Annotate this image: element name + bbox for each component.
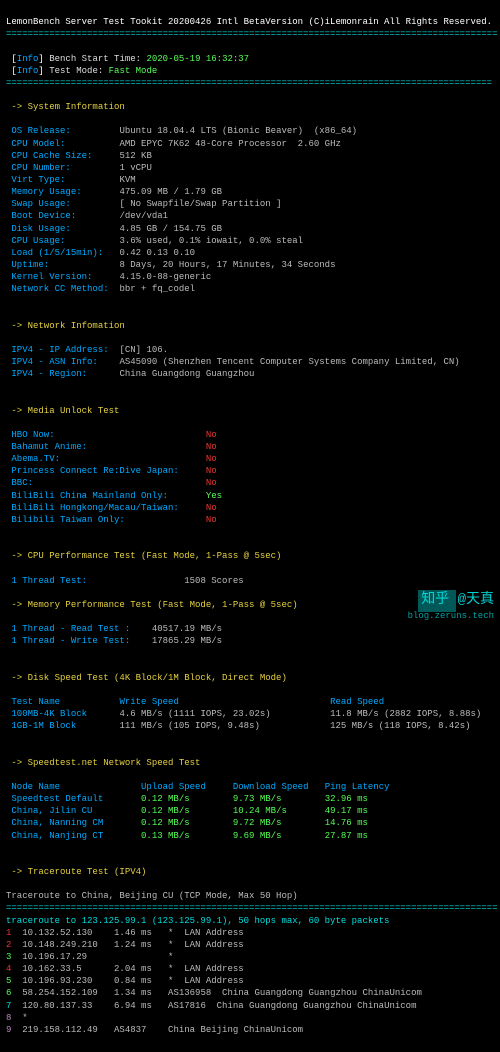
section-network: -> Network Infomation	[11, 321, 124, 331]
section-speedtest: -> Speedtest.net Network Speed Test	[11, 758, 200, 768]
overlay-badge	[418, 590, 456, 612]
app-title: LemonBench Server Test Tookit 20200426 I…	[6, 17, 492, 27]
section-trace: -> Traceroute Test (IPV4)	[11, 867, 146, 877]
terminal-output: LemonBench Server Test Tookit 20200426 I…	[0, 0, 500, 1052]
section-disk: -> Disk Speed Test (4K Block/1M Block, D…	[11, 673, 286, 683]
section-media: -> Media Unlock Test	[11, 406, 119, 416]
section-memory: -> Memory Performance Test (Fast Mode, 1…	[11, 600, 297, 610]
section-system: -> System Information	[11, 102, 124, 112]
section-cpu: -> CPU Performance Test (Fast Mode, 1-Pa…	[11, 551, 281, 561]
divider: ========================================…	[6, 29, 497, 39]
